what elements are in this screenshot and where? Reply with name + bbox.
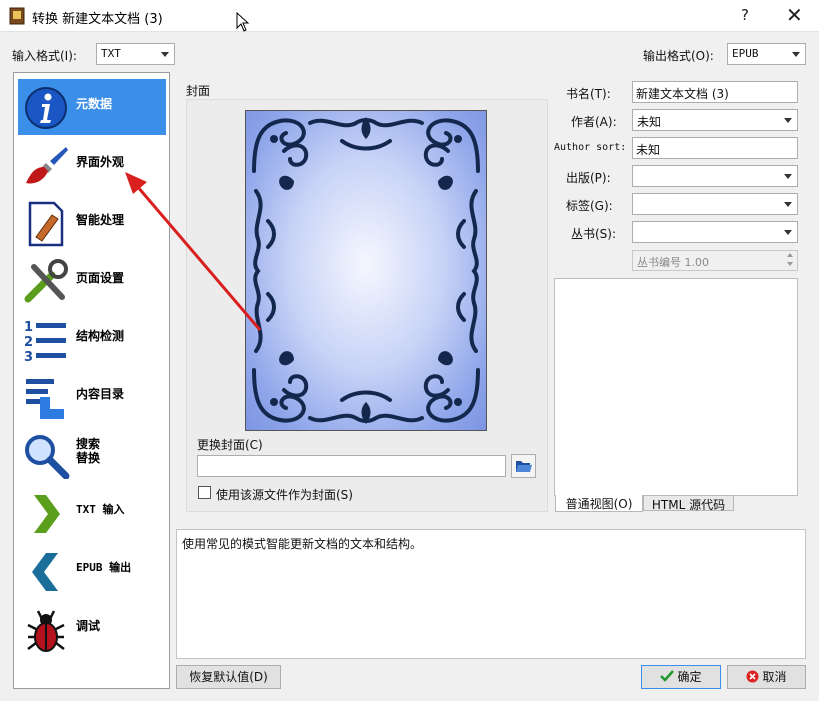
use-source-cover-label: 使用该源文件作为封面(S): [216, 488, 353, 502]
input-format-value: TXT: [101, 47, 121, 60]
author-value: 未知: [637, 115, 662, 129]
output-format-select[interactable]: EPUB: [727, 43, 806, 65]
spin-up-icon[interactable]: [787, 253, 793, 257]
ok-button[interactable]: 确定: [641, 665, 721, 689]
chevron-down-icon: [161, 52, 169, 57]
cover-image: [245, 110, 487, 431]
comments-preview[interactable]: [554, 278, 798, 496]
sidebar-item-label: EPUB 输出: [76, 561, 132, 574]
window-title: 转换 新建文本文档 (3): [32, 12, 163, 27]
sidebar-item-txt-input[interactable]: TXT 输入: [18, 485, 166, 541]
cancel-icon: [746, 670, 759, 683]
sidebar-item-metadata[interactable]: 元数据: [18, 79, 166, 135]
author-sort-input[interactable]: 未知: [632, 137, 798, 159]
tab-normal-view[interactable]: 普通视图(O): [555, 495, 643, 512]
cancel-button[interactable]: 取消: [727, 665, 806, 689]
series-select[interactable]: [632, 221, 798, 243]
sidebar-item-label: 调试: [76, 619, 101, 633]
tab-html-source[interactable]: HTML 源代码: [643, 495, 734, 512]
tools-icon: [24, 259, 68, 303]
description-panel: 使用常见的模式智能更新文档的文本和结构。: [176, 529, 806, 659]
chevron-right-icon: [34, 495, 60, 533]
spin-down-icon[interactable]: [787, 262, 793, 266]
chevron-left-icon: [32, 553, 58, 591]
title-field-label: 书名(T):: [566, 87, 611, 101]
ok-label: 确定: [677, 670, 702, 684]
numbered-list-icon: 1 2 3: [24, 320, 66, 363]
tags-field-label: 标签(G):: [566, 199, 613, 213]
cancel-label: 取消: [762, 670, 787, 684]
sidebar-item-label: 元数据: [76, 97, 113, 111]
ornamental-frame-icon: [252, 117, 480, 424]
tab-label: HTML 源代码: [651, 498, 726, 512]
change-cover-label: 更换封面(C): [197, 438, 263, 452]
sidebar-item-epub-output[interactable]: EPUB 输出: [18, 543, 166, 599]
app-book-icon: [9, 7, 25, 25]
author-select[interactable]: 未知: [632, 109, 798, 131]
title-value: 新建文本文档 (3): [636, 87, 729, 101]
paintbrush-icon: [26, 147, 68, 184]
publisher-field-label: 出版(P):: [566, 171, 611, 185]
input-format-select[interactable]: TXT: [96, 43, 175, 65]
chevron-down-icon: [784, 202, 792, 207]
chevron-down-icon: [792, 52, 800, 57]
chevron-down-icon: [784, 174, 792, 179]
author-sort-label: Author sort:: [554, 142, 627, 153]
sidebar-item-label: TXT 输入: [76, 503, 125, 516]
output-format-label: 输出格式(O):: [643, 49, 714, 63]
bug-icon: [27, 610, 65, 652]
annotation-arrow-icon: [125, 172, 262, 331]
title-bar: 转换 新建文本文档 (3) ? ✕: [0, 0, 819, 32]
cover-path-input[interactable]: [197, 455, 506, 477]
checkmark-icon: [660, 670, 675, 682]
tab-label: 普通视图(O): [565, 497, 633, 511]
sidebar-item-label: 搜索 替换: [76, 437, 101, 465]
chevron-down-icon: [784, 230, 792, 235]
sidebar-item-label: 内容目录: [76, 387, 125, 401]
browse-cover-button[interactable]: [511, 454, 536, 478]
publisher-select[interactable]: [632, 165, 798, 187]
title-input[interactable]: 新建文本文档 (3): [632, 81, 798, 103]
svg-text:1: 1: [24, 320, 33, 335]
sidebar-item-debug[interactable]: 调试: [18, 601, 166, 657]
mouse-cursor-icon: [236, 12, 250, 32]
document-pencil-icon: [28, 201, 64, 247]
cover-section-label: 封面: [186, 84, 211, 98]
description-text: 使用常见的模式智能更新文档的文本和结构。: [182, 537, 423, 551]
folder-open-icon: [515, 461, 532, 472]
chevron-down-icon: [784, 118, 792, 123]
sidebar-item-table-of-contents[interactable]: 内容目录: [18, 369, 166, 425]
output-format-value: EPUB: [732, 47, 759, 60]
svg-text:2: 2: [24, 335, 33, 350]
toc-pointer-icon: [26, 379, 64, 419]
series-index-spinbox[interactable]: 丛书编号 1.00: [632, 250, 798, 271]
input-format-label: 输入格式(I):: [12, 49, 77, 63]
series-index-value: 丛书编号 1.00: [637, 256, 709, 269]
sidebar-item-search-replace[interactable]: 搜索 替换: [18, 427, 166, 483]
series-field-label: 丛书(S):: [571, 227, 617, 241]
author-sort-value: 未知: [636, 143, 661, 157]
info-icon: [25, 87, 67, 129]
author-field-label: 作者(A):: [571, 115, 617, 129]
tags-select[interactable]: [632, 193, 798, 215]
help-button[interactable]: ?: [741, 6, 749, 24]
use-source-cover-checkbox[interactable]: [198, 486, 211, 499]
restore-defaults-button[interactable]: 恢复默认值(D): [176, 665, 281, 689]
magnifier-icon: [25, 435, 70, 479]
close-button[interactable]: ✕: [786, 3, 803, 27]
svg-text:3: 3: [24, 350, 33, 363]
